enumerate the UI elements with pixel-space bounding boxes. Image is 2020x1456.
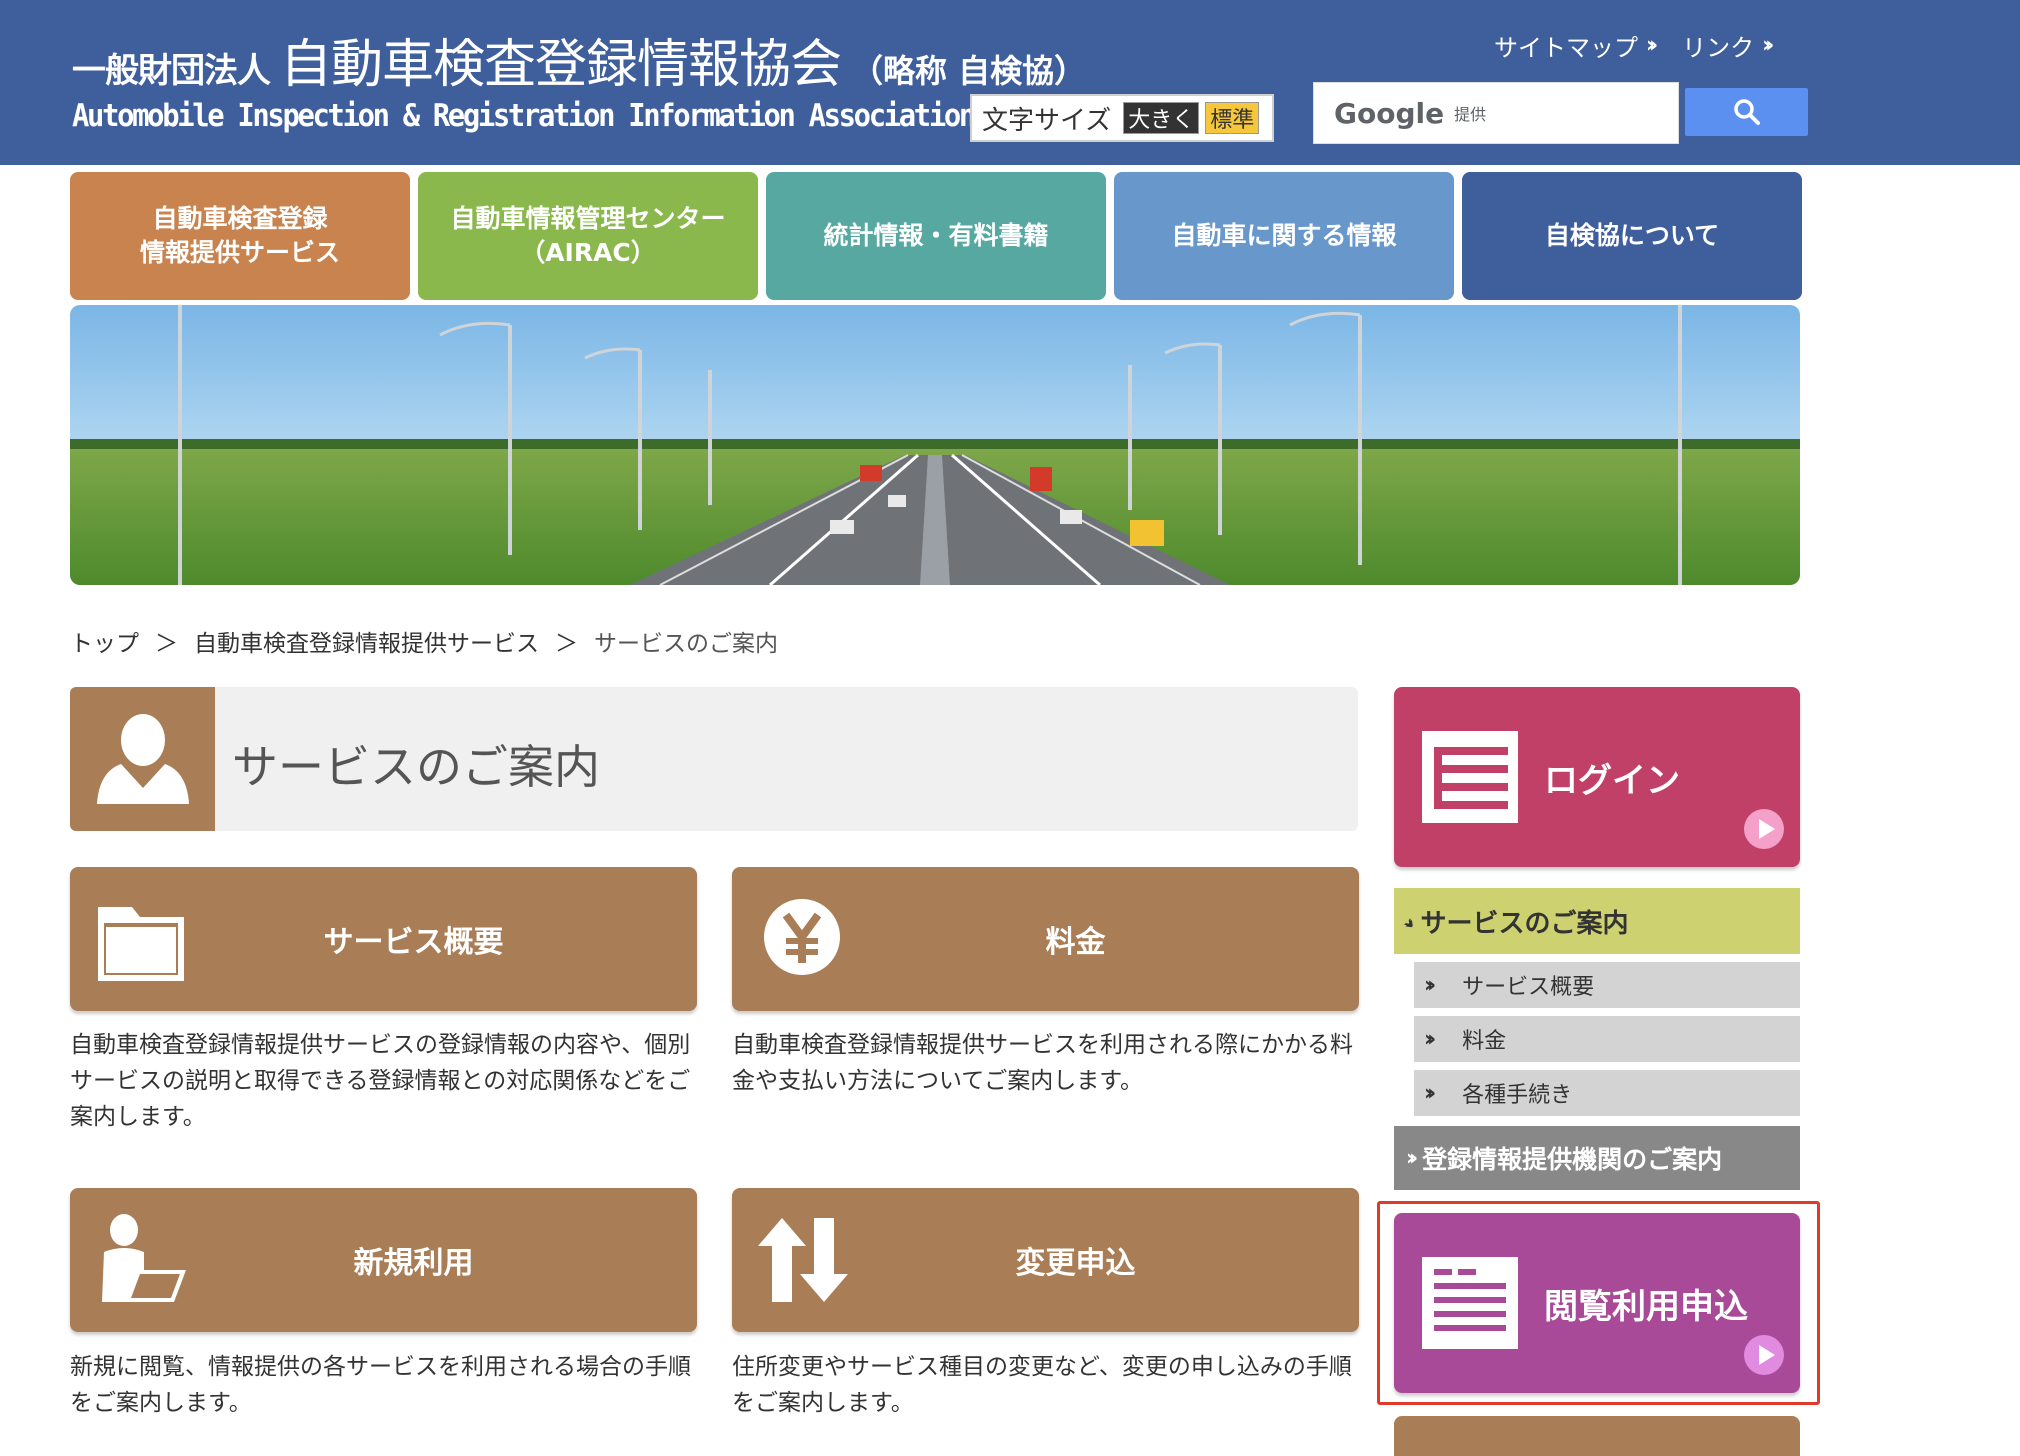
highway-banner-image: [70, 305, 1800, 585]
nav-tab-airac[interactable]: 自動車情報管理センター （AIRAC）: [418, 172, 758, 300]
sitemap-link-label: サイトマップ: [1494, 34, 1638, 62]
page-title-bar: サービスのご案内: [70, 687, 1358, 831]
main-nav: 自動車検査登録 情報提供サービス 自動車情報管理センター （AIRAC） 統計情…: [70, 172, 1802, 300]
service-overview-label: サービス概要: [323, 925, 504, 960]
double-chevron-icon: ››: [1762, 33, 1774, 58]
fee-label: 料金: [1045, 925, 1106, 960]
search-icon: [1733, 99, 1760, 125]
new-use-desc: 新規に閲覧、情報提供の各サービスを利用される場合の手順をご案内します。: [70, 1354, 691, 1416]
new-use-button[interactable]: 新規利用: [70, 1188, 697, 1332]
breadcrumb-separator: ＞: [155, 631, 178, 657]
sidebar-section-providers[interactable]: ›› 登録情報提供機関のご案内: [1394, 1126, 1800, 1190]
org-prefix: 一般財団法人: [72, 51, 271, 91]
double-chevron-icon: ››: [1646, 33, 1658, 58]
fee-desc: 自動車検査登録情報提供サービスを利用される際にかかる料金や支払い方法についてご案…: [732, 1032, 1353, 1094]
google-provided-label: 提供: [1454, 105, 1487, 124]
links-link[interactable]: リンク ››: [1682, 28, 1774, 63]
login-label: ログイン: [1544, 760, 1680, 801]
login-button[interactable]: ログイン: [1394, 687, 1800, 867]
play-circle-icon: [1744, 809, 1784, 849]
change-application-label: 変更申込: [1015, 1246, 1136, 1281]
sidebar-section-label: サービスのご案内: [1420, 908, 1629, 939]
sidebar-item-label: 各種手続き: [1462, 1083, 1573, 1108]
site-logo[interactable]: 一般財団法人 自動車検査登録情報協会 （略称 自検協）: [72, 22, 1086, 97]
breadcrumb-top[interactable]: トップ: [70, 624, 139, 658]
service-overview-button[interactable]: サービス概要: [70, 867, 697, 1011]
breadcrumb-info-service[interactable]: 自動車検査登録情報提供サービス: [194, 624, 539, 658]
links-link-label: リンク: [1682, 34, 1755, 62]
browse-application-label: 閲覧利用申込: [1544, 1286, 1748, 1327]
browse-application-button[interactable]: 閲覧利用申込: [1394, 1213, 1800, 1393]
person-icon: [96, 714, 189, 804]
breadcrumb: トップ ＞ 自動車検査登録情報提供サービス ＞ サービスのご案内: [70, 624, 778, 658]
sidebar-section-service-guide[interactable]: ›› サービスのご案内: [1394, 888, 1800, 954]
search-button[interactable]: [1685, 88, 1808, 136]
sidebar-item-procedures[interactable]: ›› 各種手続き: [1414, 1070, 1800, 1116]
change-application-desc: 住所変更やサービス種目の変更など、変更の申し込みの手順をご案内します。: [732, 1354, 1352, 1416]
page-title: サービスのご案内: [232, 740, 600, 794]
fee-button[interactable]: 料金: [732, 867, 1359, 1011]
nav-tab-about[interactable]: 自検協について: [1462, 172, 1802, 300]
sidebar-next-button[interactable]: [1394, 1416, 1800, 1456]
google-logo: Google: [1334, 96, 1445, 130]
org-abbr: （略称 自検協）: [851, 52, 1087, 90]
hero-banner: [70, 305, 1800, 585]
nav-tab-vehicle-info[interactable]: 自動車に関する情報: [1114, 172, 1454, 300]
form-document-icon: [1422, 1257, 1518, 1349]
breadcrumb-current: サービスのご案内: [594, 631, 778, 657]
font-size-standard-button[interactable]: 標準: [1205, 102, 1260, 134]
font-size-large-button[interactable]: 大きく: [1123, 102, 1200, 134]
new-use-label: 新規利用: [353, 1246, 474, 1281]
double-chevron-down-icon: ››: [1398, 910, 1419, 932]
double-chevron-icon: ››: [1424, 1026, 1436, 1052]
change-application-button[interactable]: 変更申込: [732, 1188, 1359, 1332]
document-list-icon: [1422, 731, 1518, 823]
double-chevron-icon: ››: [1424, 972, 1436, 998]
sidebar-item-service-overview[interactable]: ›› サービス概要: [1414, 962, 1800, 1008]
sitemap-link[interactable]: サイトマップ ››: [1494, 28, 1658, 63]
sidebar-section2-label: 登録情報提供機関のご案内: [1422, 1145, 1723, 1174]
breadcrumb-separator: ＞: [555, 631, 578, 657]
site-header: 一般財団法人 自動車検査登録情報協会 （略称 自検協） Automobile I…: [0, 0, 2020, 165]
search-input[interactable]: Google 提供: [1313, 82, 1679, 144]
play-circle-icon: [1744, 1335, 1784, 1375]
nav-tab-statistics[interactable]: 統計情報・有料書籍: [766, 172, 1106, 300]
org-english-name: Automobile Inspection & Registration Inf…: [72, 98, 976, 134]
title-icon-box: [70, 687, 215, 831]
font-size-switcher: 文字サイズ 大きく 標準: [970, 94, 1274, 142]
double-chevron-icon: ››: [1406, 1145, 1418, 1171]
org-name: 自動車検査登録情報協会: [280, 35, 842, 95]
nav-tab-info-service[interactable]: 自動車検査登録 情報提供サービス: [70, 172, 410, 300]
font-size-label: 文字サイズ: [982, 105, 1112, 136]
sidebar-item-fee[interactable]: ›› 料金: [1414, 1016, 1800, 1062]
service-overview-desc: 自動車検査登録情報提供サービスの登録情報の内容や、個別サービスの説明と取得できる…: [70, 1032, 691, 1130]
top-links: サイトマップ ›› リンク ››: [1494, 28, 1774, 63]
double-chevron-icon: ››: [1424, 1080, 1436, 1106]
sidebar-item-label: サービス概要: [1462, 975, 1595, 1000]
sidebar-item-label: 料金: [1462, 1029, 1507, 1054]
